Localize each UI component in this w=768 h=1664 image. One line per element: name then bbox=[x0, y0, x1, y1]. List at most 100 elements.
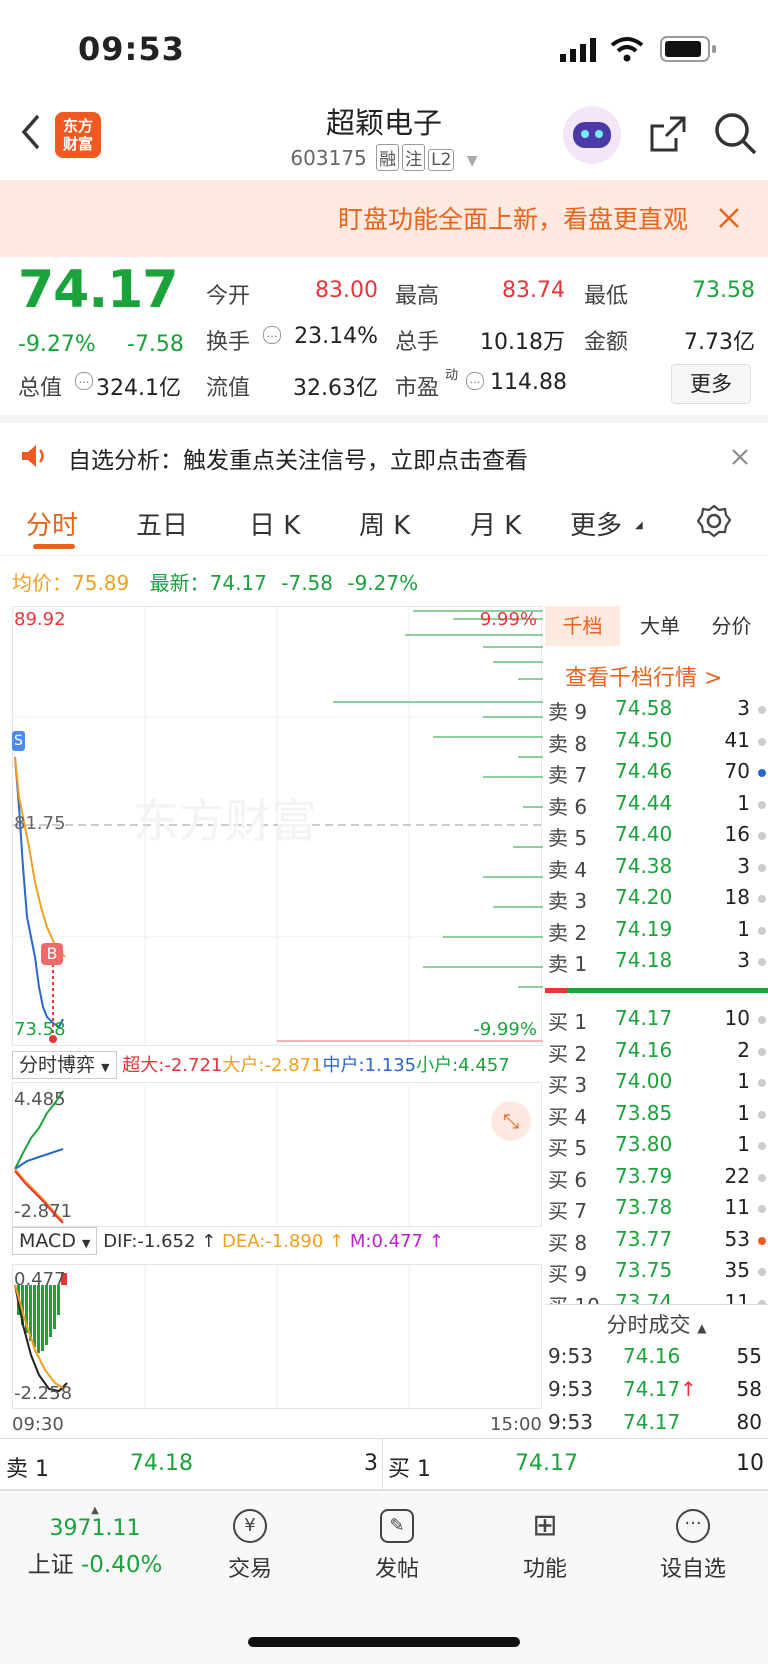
wifi-icon bbox=[610, 37, 644, 62]
close-icon[interactable] bbox=[718, 207, 740, 229]
open-value: 83.00 bbox=[315, 278, 378, 303]
buy-row[interactable]: 买 6 73.79 22 bbox=[545, 1164, 768, 1195]
function-button[interactable]: ⊞ 功能 bbox=[490, 1509, 600, 1583]
order-dot bbox=[758, 958, 766, 966]
m-value: 0.477 bbox=[371, 1231, 423, 1252]
tab-thousand-levels[interactable]: 千档 bbox=[545, 606, 620, 646]
sell-row[interactable]: 卖 7 74.46 70 bbox=[545, 759, 768, 790]
buy-row[interactable]: 买 1 74.17 10 bbox=[545, 1006, 768, 1037]
sell-row[interactable]: 卖 8 74.50 41 bbox=[545, 728, 768, 759]
info-icon[interactable]: … bbox=[75, 372, 93, 390]
trade-button[interactable]: ¥ 交易 bbox=[195, 1509, 305, 1583]
buy-row[interactable]: 买 7 73.78 11 bbox=[545, 1195, 768, 1226]
m-label: M: bbox=[349, 1231, 372, 1252]
turnover-label: 换手 bbox=[206, 330, 251, 355]
tab-monthly-k[interactable]: 月 K bbox=[470, 505, 521, 542]
add-watchlist-button[interactable]: ··· 设自选 bbox=[638, 1509, 748, 1583]
up-arrow-icon: ↑ bbox=[422, 1231, 444, 1252]
pe-label: 市盈 bbox=[395, 376, 440, 401]
buy-row[interactable]: 买 5 73.80 1 bbox=[545, 1132, 768, 1163]
search-icon[interactable] bbox=[714, 112, 758, 156]
buy-level-label: 买 1 bbox=[548, 1010, 588, 1034]
order-dot bbox=[758, 895, 766, 903]
buy-row[interactable]: 买 10 73.74 11 bbox=[545, 1289, 768, 1305]
sell-row[interactable]: 卖 9 74.58 3 bbox=[545, 696, 768, 727]
buy-marker[interactable]: B bbox=[41, 943, 63, 965]
info-icon[interactable]: … bbox=[466, 372, 484, 390]
tab-intraday[interactable]: 分时 bbox=[26, 505, 78, 542]
post-label: 发帖 bbox=[374, 1557, 419, 1582]
order-dot bbox=[758, 863, 766, 872]
index-name: 上证 bbox=[27, 1552, 74, 1578]
sell-row[interactable]: 卖 2 74.19 1 bbox=[545, 917, 768, 948]
trade-time: 9:53 bbox=[548, 1410, 593, 1434]
buy-row[interactable]: 买 8 73.77 53 bbox=[545, 1227, 768, 1258]
home-indicator[interactable] bbox=[248, 1637, 520, 1647]
buy-level-label: 买 9 bbox=[548, 1262, 588, 1286]
view-thousand-link[interactable]: 查看千档行情 > bbox=[565, 660, 722, 692]
caret-up-icon: ▲ bbox=[91, 1505, 99, 1516]
tab-daily-k[interactable]: 日 K bbox=[249, 505, 300, 542]
buy-price: 73.74 bbox=[615, 1289, 673, 1305]
grid-icon: ⊞ bbox=[532, 1508, 558, 1543]
more-button[interactable]: 更多 bbox=[671, 364, 751, 404]
sell-volume: 41 bbox=[724, 727, 750, 752]
tab-price-distribution[interactable]: 分价 bbox=[695, 606, 768, 646]
analysis-alert[interactable]: 自选分析：触发重点关注信号，立即点击查看 bbox=[0, 415, 768, 498]
post-button[interactable]: ✎ 发帖 bbox=[342, 1509, 452, 1583]
tab-more[interactable]: 更多 bbox=[570, 505, 622, 542]
order-dot bbox=[758, 1110, 766, 1119]
index-widget[interactable]: ▲ 3971.11 上证 -0.40% bbox=[20, 1505, 170, 1579]
trades-header[interactable]: 分时成交 ▲ bbox=[545, 1304, 768, 1345]
order-dot bbox=[758, 769, 766, 777]
buy-level-label: 买 3 bbox=[548, 1073, 588, 1097]
macd-header: MACD ▼ DIF:-1.652 ↑ DEA:-1.890 ↑ M:0.477… bbox=[12, 1227, 542, 1262]
macd-selector-label: MACD bbox=[19, 1230, 76, 1252]
expand-icon[interactable]: ⤡ bbox=[491, 1101, 531, 1141]
game-selector[interactable]: 分时博弈 ▼ bbox=[12, 1051, 117, 1079]
tag-l2: L2 bbox=[428, 149, 455, 171]
pe-superscript: 动 bbox=[445, 368, 459, 383]
latest-value: 74.17 bbox=[209, 571, 267, 595]
buy-row[interactable]: 买 3 74.00 1 bbox=[545, 1069, 768, 1100]
large-label: 大户: bbox=[222, 1055, 265, 1076]
tab-large-orders[interactable]: 大单 bbox=[625, 606, 695, 646]
sell-marker[interactable]: S bbox=[12, 731, 25, 751]
order-dot bbox=[758, 1079, 766, 1087]
close-icon[interactable] bbox=[732, 449, 748, 465]
best-sell-price: 74.18 bbox=[130, 1451, 193, 1476]
tag-margin: 融 bbox=[376, 144, 400, 171]
game-chart[interactable]: 4.485 -2.871 ⤡ bbox=[12, 1082, 542, 1228]
sell-row[interactable]: 卖 5 74.40 16 bbox=[545, 822, 768, 853]
buy-row[interactable]: 买 2 74.16 2 bbox=[545, 1038, 768, 1069]
promo-banner[interactable]: 盯盘功能全面上新，看盘更直观 bbox=[0, 180, 768, 257]
gear-icon[interactable] bbox=[697, 504, 731, 538]
buy-row[interactable]: 买 9 73.75 35 bbox=[545, 1258, 768, 1289]
super-label: 超大: bbox=[122, 1055, 165, 1076]
trade-volume: 58 bbox=[736, 1377, 762, 1401]
trade-time: 9:53 bbox=[548, 1344, 593, 1368]
share-icon[interactable] bbox=[648, 114, 688, 154]
tab-five-day[interactable]: 五日 bbox=[136, 505, 188, 542]
buy-volume: 1 bbox=[737, 1100, 750, 1125]
order-dot bbox=[758, 1047, 766, 1056]
sell-row[interactable]: 卖 6 74.44 1 bbox=[545, 791, 768, 822]
buy-row[interactable]: 买 4 73.85 1 bbox=[545, 1101, 768, 1132]
assistant-robot-icon[interactable] bbox=[563, 106, 621, 164]
sell-volume: 1 bbox=[737, 790, 750, 815]
order-dot bbox=[758, 706, 766, 714]
buy-price: 73.75 bbox=[615, 1258, 673, 1282]
sell-row[interactable]: 卖 1 74.18 3 bbox=[545, 948, 768, 979]
macd-chart[interactable]: 0.477 -2.258 bbox=[12, 1264, 542, 1410]
intraday-chart[interactable]: 东方财富 89.92 9.99% 81.75 73.58 -9.99% S B bbox=[12, 606, 543, 1047]
sell-orders: 卖 9 74.58 3 卖 8 74.50 41 卖 7 74.46 70 卖 6 74.44 1 卖 … bbox=[545, 696, 768, 976]
chevron-down-icon[interactable]: ▼ bbox=[467, 153, 478, 169]
trade-row: 9:53 74.17 ↑ 58 bbox=[545, 1377, 768, 1408]
macd-selector[interactable]: MACD ▼ bbox=[12, 1227, 98, 1255]
float-value: 32.63亿 bbox=[293, 376, 378, 401]
order-dot bbox=[758, 1173, 766, 1182]
sell-row[interactable]: 卖 4 74.38 3 bbox=[545, 854, 768, 885]
tab-weekly-k[interactable]: 周 K bbox=[359, 505, 410, 542]
sell-row[interactable]: 卖 3 74.20 18 bbox=[545, 885, 768, 916]
game-chart-svg bbox=[14, 1083, 410, 1228]
